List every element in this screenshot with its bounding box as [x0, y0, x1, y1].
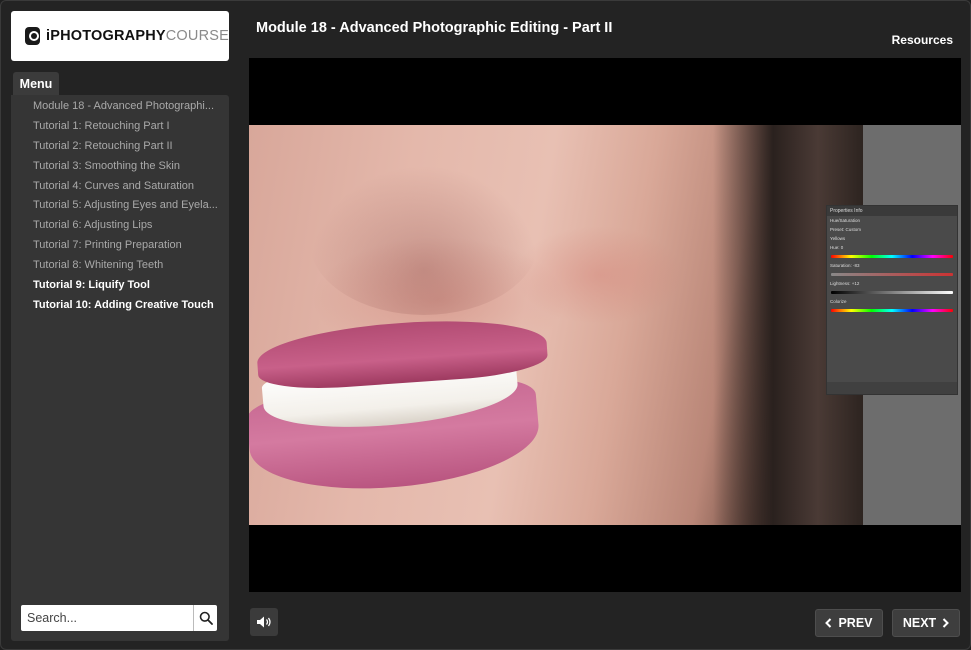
- search-button[interactable]: [193, 605, 217, 631]
- panel-footer: [827, 382, 957, 394]
- colorize-label: Colorize: [830, 299, 847, 304]
- menu-item[interactable]: Tutorial 3: Smoothing the Skin: [11, 157, 229, 177]
- lightness-slider: [831, 291, 953, 294]
- resources-link[interactable]: Resources: [892, 33, 953, 47]
- chevron-left-icon: [825, 618, 832, 628]
- saturation-label: Saturation:: [830, 263, 852, 268]
- menu-item[interactable]: Tutorial 8: Whitening Teeth: [11, 256, 229, 276]
- brand-logo[interactable]: iPHOTOGRAPHYCOURSE: [11, 11, 229, 61]
- nose-shading: [309, 165, 539, 315]
- menu-item[interactable]: Tutorial 7: Printing Preparation: [11, 236, 229, 256]
- adjustment-name: Hue/Saturation: [830, 218, 861, 223]
- brand-name-light: COURSE: [165, 28, 229, 44]
- menu-item[interactable]: Tutorial 9: Liquify Tool: [11, 276, 229, 296]
- menu-item[interactable]: Tutorial 10: Adding Creative Touch: [11, 296, 229, 316]
- menu-item[interactable]: Tutorial 6: Adjusting Lips: [11, 216, 229, 236]
- speaker-icon: [257, 616, 271, 628]
- preset-value: Custom: [845, 227, 862, 232]
- next-button[interactable]: NEXT: [892, 609, 960, 637]
- menu-item[interactable]: Tutorial 5: Adjusting Eyes and Eyela...: [11, 196, 229, 216]
- next-label: NEXT: [902, 616, 937, 630]
- video-frame-image: [249, 125, 863, 525]
- channel-value: Yellows: [830, 236, 846, 241]
- app-frame: iPHOTOGRAPHYCOURSE Menu Module 18 - Adva…: [0, 0, 971, 650]
- chevron-right-icon: [942, 618, 950, 628]
- preset-label: Preset:: [830, 227, 845, 232]
- volume-button[interactable]: [250, 608, 278, 636]
- hue-label: Hue:: [830, 245, 840, 250]
- saturation-slider: [831, 273, 953, 276]
- camera-logo-icon: [25, 27, 40, 45]
- menu-tab[interactable]: Menu: [13, 72, 59, 96]
- search-input[interactable]: [21, 605, 193, 631]
- lightness-value: +12: [851, 281, 860, 286]
- search-box: [21, 605, 217, 631]
- lightness-label: Lightness:: [830, 281, 851, 286]
- brand-name-bold: iPHOTOGRAPHY: [45, 28, 166, 44]
- menu-item[interactable]: Tutorial 2: Retouching Part II: [11, 137, 229, 157]
- color-range-bar: [831, 309, 953, 312]
- hue-slider: [831, 255, 953, 258]
- menu-item[interactable]: Tutorial 1: Retouching Part I: [11, 117, 229, 137]
- saturation-value: -83: [853, 263, 860, 268]
- photoshop-properties-panel: Properties Info Hue/Saturation Preset: C…: [826, 205, 958, 395]
- sidebar: Module 18 - Advanced Photographi... Tutor…: [11, 95, 229, 641]
- module-title: Module 18 - Advanced Photographic Editin…: [256, 20, 613, 36]
- hue-value: 0: [840, 245, 844, 250]
- menu-list: Module 18 - Advanced Photographi... Tutor…: [11, 97, 229, 316]
- prev-label: PREV: [838, 616, 873, 630]
- prev-button[interactable]: PREV: [815, 609, 883, 637]
- panel-tabs: Properties Info: [827, 206, 957, 216]
- video-player[interactable]: Properties Info Hue/Saturation Preset: C…: [249, 58, 961, 592]
- magnifier-icon: [199, 611, 213, 625]
- menu-item[interactable]: Module 18 - Advanced Photographi...: [11, 97, 229, 117]
- menu-item[interactable]: Tutorial 4: Curves and Saturation: [11, 177, 229, 197]
